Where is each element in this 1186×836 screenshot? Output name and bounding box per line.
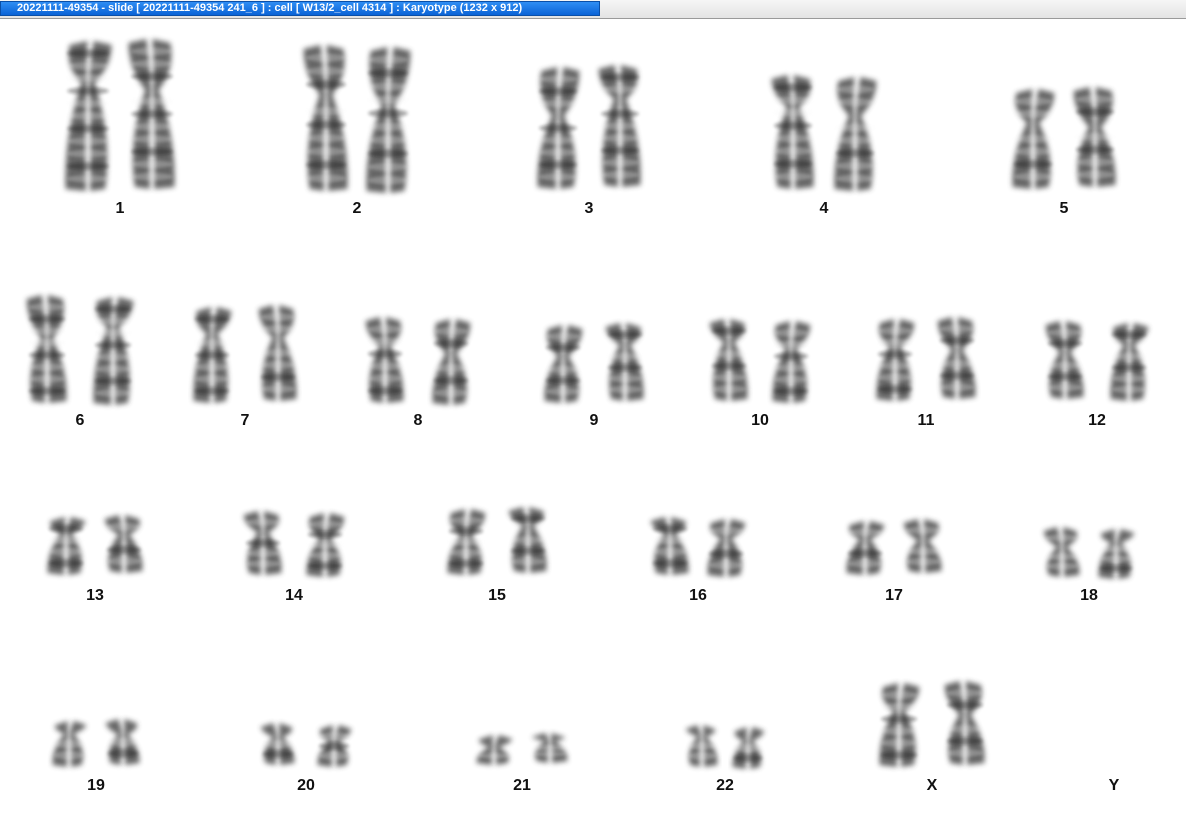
chromosome-15-a[interactable] — [447, 509, 486, 575]
chromosome-11-b[interactable] — [937, 317, 976, 399]
chromosome-2-b[interactable] — [366, 47, 411, 193]
chromosome-label-12: 12 — [1088, 412, 1106, 429]
chromosome-9-b[interactable] — [605, 323, 644, 401]
window-title-tab[interactable]: 20221111-49354 - slide [ 20221111-49354 … — [0, 1, 600, 16]
chromosome-2-a[interactable] — [303, 45, 348, 191]
chromosome-12-b[interactable] — [1110, 323, 1149, 401]
chromosome-10-a[interactable] — [709, 319, 748, 401]
chromosome-label-6: 6 — [75, 412, 85, 429]
chromosome-label-x: X — [926, 777, 938, 794]
chromosome-12-a[interactable] — [1045, 321, 1084, 399]
chromosome-label-14: 14 — [285, 587, 303, 604]
chromosome-17-b[interactable] — [903, 519, 942, 573]
chromosome-15-b[interactable] — [508, 507, 547, 573]
chromosome-4-b[interactable] — [834, 77, 877, 191]
chromosome-20-a[interactable] — [260, 723, 295, 765]
chromosome-16-a[interactable] — [650, 517, 689, 575]
chromosome-17-a[interactable] — [846, 521, 885, 575]
chromosome-5-a[interactable] — [1012, 89, 1055, 189]
chromosome-label-9: 9 — [589, 412, 599, 429]
chromosome-13-a[interactable] — [47, 517, 86, 575]
chromosome-21-a[interactable] — [476, 735, 513, 765]
chromosome-19-b[interactable] — [105, 719, 140, 765]
chromosome-14-b[interactable] — [306, 513, 345, 577]
chromosome-label-20: 20 — [297, 777, 315, 794]
chromosome-22-a[interactable] — [685, 725, 718, 767]
karyotype-window: 20221111-49354 - slide [ 20221111-49354 … — [0, 0, 1186, 836]
chromosome-21-b[interactable] — [531, 733, 568, 763]
chromosome-10-b[interactable] — [772, 321, 811, 403]
chromosome-3-b[interactable] — [598, 65, 641, 187]
chromosome-label-5: 5 — [1059, 200, 1069, 217]
chromosome-label-13: 13 — [86, 587, 104, 604]
chromosome-9-a[interactable] — [544, 325, 583, 403]
title-bar: 20221111-49354 - slide [ 20221111-49354 … — [0, 0, 1186, 19]
chromosome-label-1: 1 — [115, 200, 125, 217]
chromosome-label-y: Y — [1108, 777, 1120, 794]
chromosome-6-b[interactable] — [93, 297, 134, 405]
chromosome-18-b[interactable] — [1098, 529, 1135, 579]
chromosome-label-18: 18 — [1080, 587, 1098, 604]
chromosome-label-4: 4 — [819, 200, 829, 217]
chromosome-label-8: 8 — [413, 412, 423, 429]
chromosome-1-a[interactable] — [65, 41, 112, 191]
chromosome-13-b[interactable] — [104, 515, 143, 573]
chromosome-label-22: 22 — [716, 777, 734, 794]
chromosome-3-a[interactable] — [537, 67, 580, 189]
chromosome-6-a[interactable] — [26, 295, 67, 403]
chromosome-8-b[interactable] — [432, 319, 471, 405]
chromosome-18-a[interactable] — [1043, 527, 1080, 577]
chromosome-4-a[interactable] — [771, 75, 814, 189]
chromosome-1-b[interactable] — [128, 39, 175, 189]
chromosome-x-a[interactable] — [879, 683, 920, 767]
chromosome-label-16: 16 — [689, 587, 707, 604]
chromosome-20-b[interactable] — [317, 725, 352, 767]
chromosome-label-7: 7 — [240, 412, 250, 429]
chromosome-16-b[interactable] — [707, 519, 746, 577]
chromosome-label-17: 17 — [885, 587, 903, 604]
chromosome-x-b[interactable] — [944, 681, 985, 765]
karyogram-canvas: 1 2 3 4 5 6 7 8 9 10 11 12 13 14 15 16 17 18 19 20 21 22 X Y — [0, 19, 1186, 836]
chromosome-14-a[interactable] — [243, 511, 282, 575]
chromosome-19-a[interactable] — [52, 721, 87, 767]
chromosome-label-11: 11 — [917, 412, 935, 429]
chromosome-label-15: 15 — [488, 587, 506, 604]
chromosome-label-21: 21 — [513, 777, 531, 794]
chromosome-label-2: 2 — [352, 200, 362, 217]
chromosome-8-a[interactable] — [365, 317, 404, 403]
chromosome-label-19: 19 — [87, 777, 105, 794]
chromosome-5-b[interactable] — [1073, 87, 1116, 187]
chromosome-7-a[interactable] — [193, 307, 232, 403]
chromosome-22-b[interactable] — [732, 727, 765, 769]
chromosome-11-a[interactable] — [876, 319, 915, 401]
chromosome-label-10: 10 — [751, 412, 769, 429]
chromosome-7-b[interactable] — [258, 305, 297, 401]
chromosome-label-3: 3 — [584, 200, 594, 217]
